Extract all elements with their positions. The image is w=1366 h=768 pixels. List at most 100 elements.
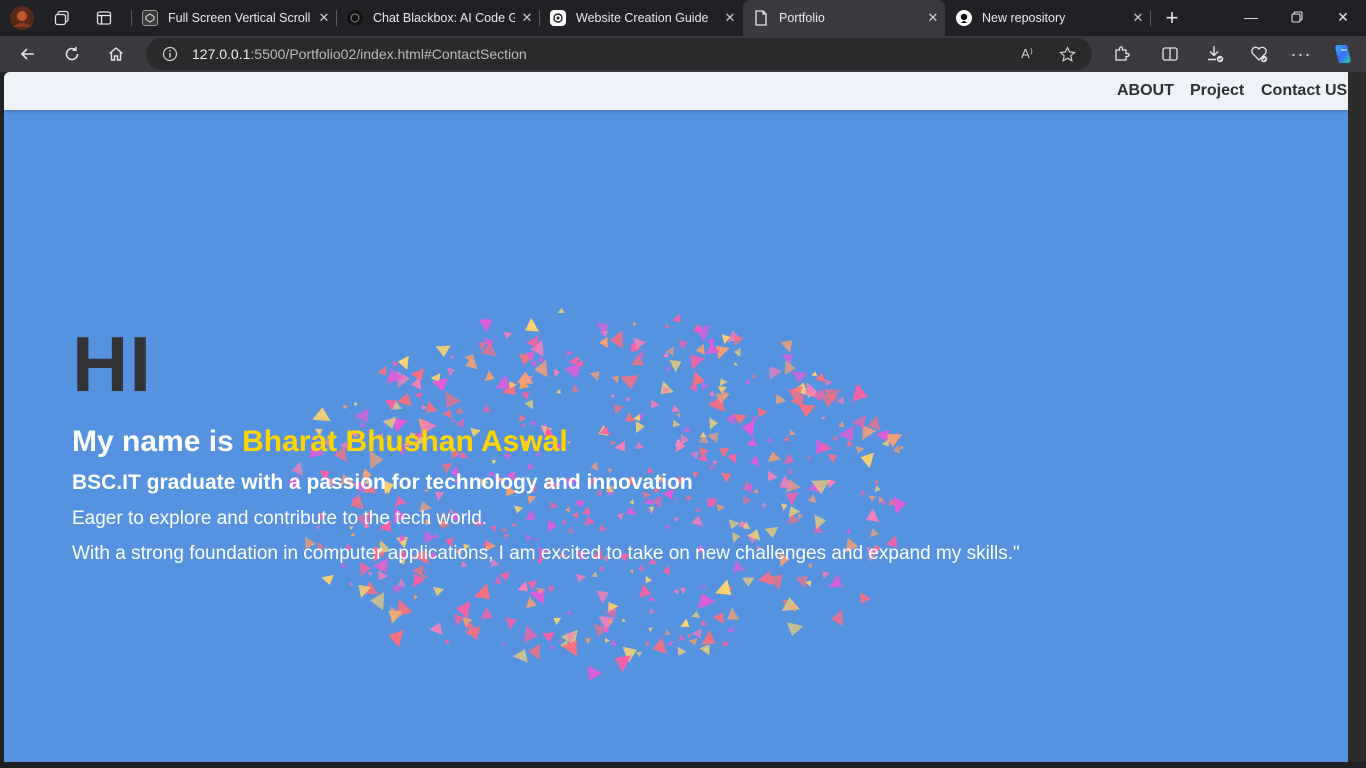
close-icon[interactable]: ✕: [1126, 10, 1150, 26]
close-icon[interactable]: ✕: [921, 10, 945, 26]
particle-triangle: [859, 592, 872, 604]
close-icon[interactable]: ✕: [718, 10, 742, 26]
tab-website-creation-guide[interactable]: Website Creation Guide ✕: [540, 0, 742, 36]
heart-pulse-icon: [1251, 46, 1268, 63]
split-screen-button[interactable]: [1155, 39, 1185, 69]
particle-triangle: [349, 581, 354, 586]
particle-triangle: [667, 640, 673, 647]
minimize-button[interactable]: —: [1228, 0, 1274, 34]
favorite-button[interactable]: [1052, 39, 1082, 69]
particle-triangle: [701, 630, 716, 645]
back-button[interactable]: [13, 39, 43, 69]
particle-triangle: [528, 643, 541, 660]
particle-triangle: [413, 594, 418, 600]
name-prefix: My name is: [72, 425, 243, 458]
particle-triangle: [646, 641, 650, 647]
new-tab-button[interactable]: +: [1158, 4, 1186, 32]
star-icon: [1058, 45, 1076, 62]
tab-new-repository[interactable]: New repository ✕: [946, 0, 1150, 36]
particle-triangle: [741, 577, 755, 587]
particle-triangle: [604, 637, 610, 643]
particle-triangle: [645, 575, 653, 583]
tab-full-screen-vertical-scroll[interactable]: Full Screen Vertical Scroll S ✕: [132, 0, 336, 36]
particle-triangle: [367, 572, 373, 577]
particle-triangle: [388, 629, 404, 648]
particle-triangle: [685, 634, 692, 639]
particle-triangle: [553, 617, 562, 626]
tab-actions-button[interactable]: [88, 4, 120, 32]
site-navbar: ABOUT Project Contact US: [4, 72, 1348, 110]
particle-triangle: [527, 579, 537, 591]
tab-chat-blackbox[interactable]: Chat Blackbox: AI Code Ger ✕: [337, 0, 539, 36]
particle-triangle: [474, 583, 491, 600]
tab-label: Website Creation Guide: [576, 11, 709, 25]
workspaces-icon: [54, 10, 69, 26]
particle-triangle: [505, 617, 517, 630]
particle-triangle: [652, 637, 667, 654]
particle-triangle: [501, 641, 506, 646]
hero-name: Bharat Bhushan Aswal: [242, 425, 568, 458]
particle-triangle: [715, 579, 732, 596]
page-icon: [753, 10, 769, 26]
particle-triangle: [443, 639, 450, 645]
extensions-button[interactable]: [1107, 39, 1137, 69]
avatar-icon: [10, 6, 34, 30]
particle-triangle: [726, 626, 734, 634]
minimize-icon: —: [1244, 9, 1258, 25]
particle-triangle: [370, 591, 385, 611]
url-path: :5500/Portfolio02/index.html#ContactSect…: [250, 46, 527, 62]
settings-more-button[interactable]: ···: [1286, 39, 1316, 69]
refresh-button[interactable]: [57, 39, 87, 69]
particle-triangle: [786, 622, 804, 637]
home-icon: [109, 47, 123, 61]
workspaces-button[interactable]: [46, 4, 78, 32]
particle-triangle: [712, 612, 724, 624]
more-horizontal-icon: ···: [1290, 43, 1312, 64]
close-icon[interactable]: ✕: [312, 10, 336, 26]
site-info-icon[interactable]: [160, 46, 180, 62]
particle-triangle: [614, 655, 632, 673]
address-bar[interactable]: 127.0.0.1:5500/Portfolio02/index.html#Co…: [146, 38, 1092, 70]
codepen-icon: [142, 10, 158, 26]
nav-contact-link[interactable]: Contact US: [1261, 82, 1347, 100]
tab-strip: Full Screen Vertical Scroll S ✕ Chat Bla…: [0, 0, 1366, 36]
particle-triangle: [550, 644, 555, 651]
nav-about-link[interactable]: ABOUT: [1117, 82, 1174, 100]
particle-triangle: [587, 665, 603, 681]
particle-triangle: [680, 618, 690, 627]
close-icon[interactable]: ✕: [515, 10, 539, 26]
particle-triangle: [698, 593, 716, 610]
tab-label: Full Screen Vertical Scroll S: [168, 11, 312, 25]
downloads-button[interactable]: [1200, 39, 1230, 69]
particle-triangle: [622, 618, 626, 623]
page-scrollbar[interactable]: [1348, 72, 1366, 762]
nav-project-link[interactable]: Project: [1190, 82, 1244, 100]
particle-triangle: [575, 573, 586, 583]
split-screen-icon: [1162, 47, 1178, 61]
restore-button[interactable]: [1274, 0, 1320, 34]
particle-triangle: [757, 571, 774, 586]
profile-avatar[interactable]: [6, 4, 38, 32]
read-aloud-button[interactable]: A⁾: [1012, 39, 1042, 69]
copilot-icon: [1335, 45, 1351, 63]
particle-triangle: [584, 637, 592, 645]
particle-triangle: [727, 607, 740, 620]
tab-portfolio[interactable]: Portfolio ✕: [743, 0, 945, 36]
particle-triangle: [679, 587, 687, 595]
particle-triangle: [480, 606, 493, 620]
particle-triangle: [700, 619, 707, 626]
copilot-button[interactable]: [1328, 39, 1358, 69]
particle-triangle: [547, 586, 556, 594]
particle-triangle: [648, 595, 656, 602]
blackbox-icon: [347, 10, 363, 26]
chatgpt-icon: [550, 10, 566, 26]
close-window-button[interactable]: ✕: [1320, 0, 1366, 34]
particle-triangle: [639, 584, 652, 599]
url-text[interactable]: 127.0.0.1:5500/Portfolio02/index.html#Co…: [192, 46, 527, 62]
particle-triangle: [591, 571, 598, 578]
browser-essentials-button[interactable]: [1244, 39, 1274, 69]
particle-triangle: [673, 588, 679, 595]
home-button[interactable]: [101, 39, 131, 69]
hero-section: HI My name is Bharat Bhushan Aswal BSC.I…: [72, 318, 1020, 569]
window-bottom-edge: [0, 762, 1366, 768]
